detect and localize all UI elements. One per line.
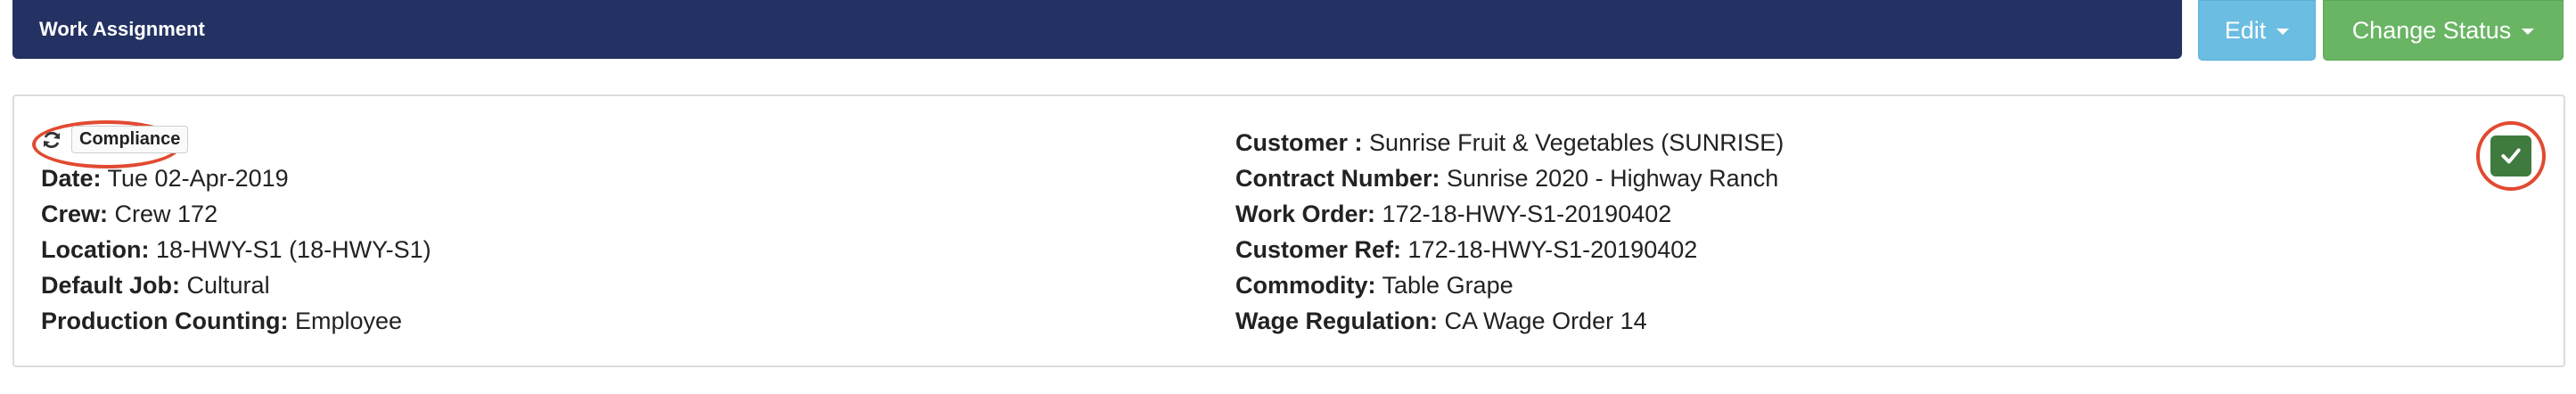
detail-row-wage-regulation: Wage Regulation: CA Wage Order 14 — [1235, 308, 1647, 334]
page-title: Work Assignment — [39, 18, 205, 40]
details-left-column: Date: Tue 02-Apr-2019 Crew: Crew 172 Loc… — [41, 160, 431, 339]
detail-row-crew: Crew: Crew 172 — [41, 201, 218, 227]
caret-down-icon — [2277, 29, 2290, 35]
approve-check-button[interactable] — [2490, 135, 2531, 176]
compliance-badge[interactable]: Compliance — [71, 126, 189, 153]
detail-row-date: Date: Tue 02-Apr-2019 — [41, 165, 289, 192]
highlight-ellipse-check — [2476, 121, 2546, 191]
change-status-dropdown-button[interactable]: Change Status — [2323, 0, 2564, 61]
details-right-column: Customer : Sunrise Fruit & Vegetables (S… — [1235, 125, 1784, 339]
work-assignment-card: Compliance Date: Tue 02-Apr-2019 Crew: C… — [12, 94, 2565, 367]
refresh-icon[interactable] — [41, 129, 62, 151]
edit-dropdown-button[interactable]: Edit — [2198, 0, 2316, 61]
caret-down-icon — [2522, 29, 2535, 35]
detail-row-production-counting: Production Counting: Employee — [41, 308, 403, 334]
detail-row-customer: Customer : Sunrise Fruit & Vegetables (S… — [1235, 129, 1784, 156]
page-header: Work Assignment — [12, 0, 2182, 59]
check-icon — [2501, 148, 2521, 164]
detail-row-customer-ref: Customer Ref: 172-18-HWY-S1-20190402 — [1235, 236, 1698, 263]
edit-button-label: Edit — [2224, 16, 2267, 44]
detail-row-work-order: Work Order: 172-18-HWY-S1-20190402 — [1235, 201, 1672, 227]
detail-row-default-job: Default Job: Cultural — [41, 272, 270, 299]
detail-row-commodity: Commodity: Table Grape — [1235, 272, 1514, 299]
detail-row-contract-number: Contract Number: Sunrise 2020 - Highway … — [1235, 165, 1779, 192]
compliance-row: Compliance — [41, 126, 189, 153]
change-status-button-label: Change Status — [2351, 16, 2512, 44]
detail-row-location: Location: 18-HWY-S1 (18-HWY-S1) — [41, 236, 431, 263]
